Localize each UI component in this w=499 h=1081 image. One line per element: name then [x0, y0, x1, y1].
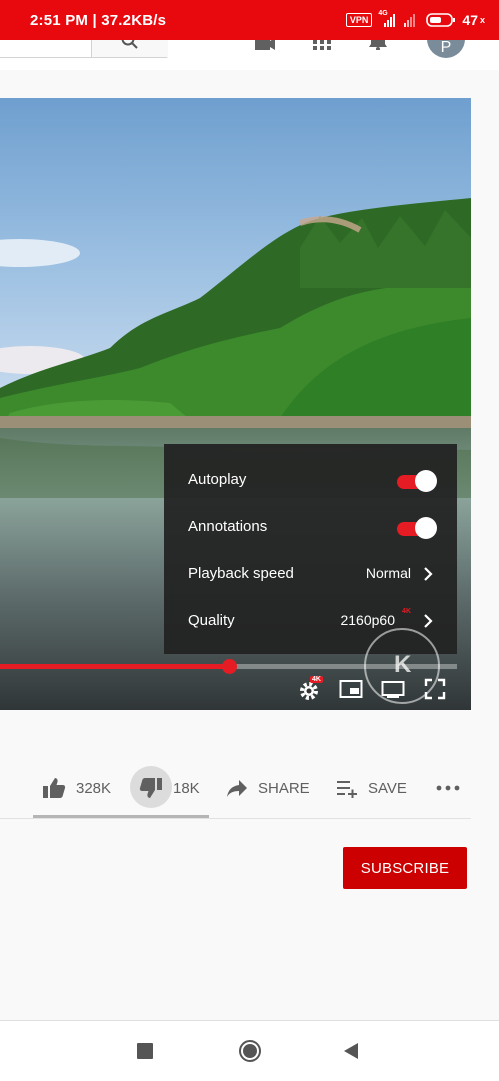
playlist-add-icon: [337, 781, 357, 798]
share-icon: [227, 780, 247, 797]
section-divider: [0, 818, 471, 819]
playback-speed-setting[interactable]: Playback speed Normal: [164, 550, 457, 597]
gear-icon: [300, 682, 318, 700]
player-settings-panel: Autoplay Annotations Playback speed Norm…: [164, 444, 457, 654]
share-button[interactable]: SHARE: [226, 760, 310, 816]
battery-level: 47: [462, 12, 478, 28]
back-triangle-icon: [344, 1043, 358, 1059]
search-icon: [121, 40, 138, 49]
status-icons: VPN 4G 47 x: [345, 10, 485, 28]
thumbs-up-icon: [43, 778, 66, 798]
search-input[interactable]: [0, 40, 168, 58]
subscribe-button[interactable]: SUBSCRIBE: [343, 847, 467, 889]
quality-label: Quality: [188, 612, 235, 629]
home-button[interactable]: [238, 1039, 262, 1063]
home-circle-icon: [239, 1040, 261, 1062]
autoplay-setting[interactable]: Autoplay: [164, 456, 457, 503]
settings-button[interactable]: 4K: [298, 676, 323, 702]
signal-icon: 4G: [378, 10, 420, 27]
quality-4k-badge: 4K: [402, 608, 411, 615]
quality-resolution: 2160p60: [340, 612, 395, 628]
save-button[interactable]: SAVE: [336, 760, 407, 816]
settings-4k-badge: 4K: [310, 676, 323, 683]
fullscreen-icon: [424, 678, 446, 700]
progress-bar[interactable]: [0, 659, 457, 674]
system-navigation-bar: [0, 1020, 499, 1081]
cast-icon: [381, 681, 405, 698]
autoplay-toggle[interactable]: [395, 470, 439, 492]
progress-scrubber[interactable]: [222, 659, 237, 674]
annotations-label: Annotations: [188, 518, 268, 535]
more-horizontal-icon: [436, 785, 460, 791]
battery-charging-icon: x: [479, 15, 485, 25]
like-count: 328K: [76, 779, 112, 797]
back-button[interactable]: [342, 1041, 360, 1061]
status-bar: 2:51 PM | 37.2KB/s VPN 4G 47 x: [0, 0, 499, 40]
create-video-icon[interactable]: [253, 40, 277, 52]
thumbs-down-icon: [139, 778, 162, 798]
annotations-toggle[interactable]: [395, 517, 439, 539]
video-player[interactable]: Autoplay Annotations Playback speed Norm…: [0, 98, 471, 710]
playback-speed-label: Playback speed: [188, 565, 294, 582]
share-label: SHARE: [258, 779, 310, 797]
annotations-setting[interactable]: Annotations: [164, 503, 457, 550]
notifications-icon[interactable]: [368, 40, 388, 50]
avatar[interactable]: P: [427, 40, 465, 58]
more-actions-button[interactable]: [436, 760, 460, 816]
cast-button[interactable]: [381, 678, 405, 702]
top-app-bar: P: [0, 40, 499, 70]
apps-icon[interactable]: [312, 40, 332, 50]
playback-speed-value: Normal: [365, 565, 411, 581]
progress-played: [0, 664, 229, 669]
chevron-right-icon: [424, 567, 433, 581]
annotations-toggle-knob: [415, 517, 437, 539]
dislike-count: 18K: [173, 779, 200, 797]
autoplay-label: Autoplay: [188, 471, 247, 488]
battery-icon: [426, 13, 456, 27]
chevron-right-icon: [424, 614, 433, 628]
miniplayer-button[interactable]: [339, 678, 363, 702]
miniplayer-icon: [339, 680, 363, 698]
recents-button[interactable]: [137, 1043, 153, 1059]
autoplay-toggle-knob: [415, 470, 437, 492]
search-button[interactable]: [91, 40, 168, 57]
fullscreen-button[interactable]: [424, 678, 448, 702]
like-button[interactable]: 328K: [42, 760, 111, 816]
save-label: SAVE: [368, 779, 407, 797]
vpn-badge: VPN: [345, 13, 373, 27]
dislike-button[interactable]: 18K: [139, 760, 200, 816]
quality-value: 2160p60 4K: [340, 608, 411, 628]
video-actions-row: 328K 18K SHARE SAVE: [0, 760, 499, 820]
status-time-speed: 2:51 PM | 37.2KB/s: [30, 12, 167, 29]
